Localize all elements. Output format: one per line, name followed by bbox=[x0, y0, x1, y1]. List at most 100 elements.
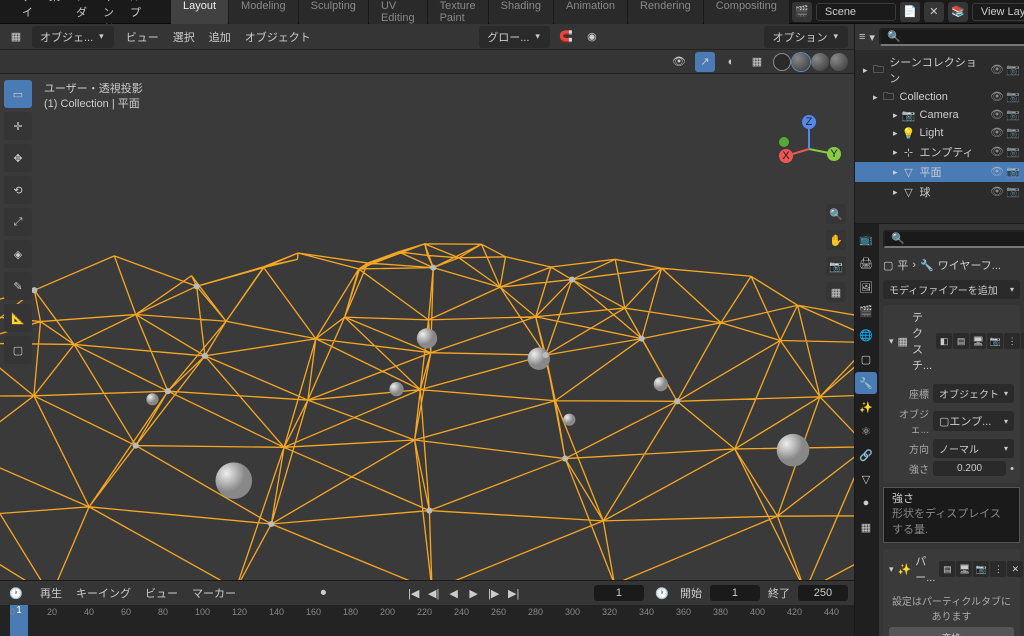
start-frame-field[interactable]: 1 bbox=[710, 585, 760, 601]
modifier-particle-header[interactable]: ✨ パー... ▤ 🖥 📷 ⋮ ✕ bbox=[883, 549, 1020, 589]
vpheader-追加[interactable]: 追加 bbox=[203, 26, 237, 48]
zoom-icon[interactable]: 🔍 bbox=[826, 204, 846, 224]
frame-range-icon[interactable]: 🕐 bbox=[652, 583, 672, 603]
keyframe-next-icon[interactable]: |▶ bbox=[485, 585, 503, 601]
breadcrumb-obj[interactable]: 平 bbox=[897, 257, 908, 273]
outliner-search[interactable] bbox=[879, 28, 1024, 46]
camera-view-icon[interactable]: 📷 bbox=[826, 256, 846, 276]
coord-dropdown[interactable]: オブジェクト bbox=[933, 384, 1014, 403]
pmod-delete-icon[interactable]: ✕ bbox=[1007, 561, 1023, 577]
proptab-physics[interactable]: ⚛ bbox=[855, 420, 877, 442]
editor-type-icon[interactable]: ▦ bbox=[6, 27, 26, 47]
outliner-editor-icon[interactable]: ≡ bbox=[859, 27, 865, 47]
timeline-track[interactable]: 1 02040608010012014016018020022024026028… bbox=[0, 605, 854, 636]
vpheader-選択[interactable]: 選択 bbox=[167, 26, 201, 48]
proptab-modifier[interactable]: 🔧 bbox=[855, 372, 877, 394]
pmod-render-icon[interactable]: 📷 bbox=[973, 561, 989, 577]
visibility-icon[interactable]: 👁 bbox=[669, 52, 689, 72]
tlheader-キーイング[interactable]: キーイング bbox=[70, 582, 137, 604]
options-dropdown[interactable]: オプション bbox=[764, 26, 848, 48]
shading-wireframe[interactable] bbox=[773, 53, 791, 71]
rotate-tool[interactable]: ⟲ bbox=[4, 176, 32, 204]
cursor-tool[interactable]: ✛ bbox=[4, 112, 32, 140]
proptab-render[interactable]: 📺 bbox=[855, 228, 877, 250]
end-frame-field[interactable]: 250 bbox=[798, 585, 848, 601]
mod-show-render-icon[interactable]: 📷 bbox=[987, 333, 1003, 349]
proptab-particles[interactable]: ✨ bbox=[855, 396, 877, 418]
addcube-tool[interactable]: ▢ bbox=[4, 336, 32, 364]
mod-extra-icon[interactable]: ⋮ bbox=[1004, 333, 1020, 349]
outliner-item-平面[interactable]: ▸▽平面👁📷 bbox=[855, 162, 1024, 182]
3d-viewport[interactable]: ユーザー・透視投影 (1) Collection | 平面 ▭ ✛ ✥ ⟲ ⤢ … bbox=[0, 74, 854, 580]
proptab-constraints[interactable]: 🔗 bbox=[855, 444, 877, 466]
perspective-icon[interactable]: ▦ bbox=[826, 282, 846, 302]
outliner-item-エンプティ[interactable]: ▸⊹エンプティ👁📷 bbox=[855, 142, 1024, 162]
mode-dropdown[interactable]: オブジェ... bbox=[32, 26, 114, 48]
timeline-editor-icon[interactable]: 🕐 bbox=[6, 583, 26, 603]
outliner-item-球[interactable]: ▸▽球👁📷 bbox=[855, 182, 1024, 202]
shading-matpreview[interactable] bbox=[811, 53, 829, 71]
mod-show-viewport-icon[interactable]: 🖥 bbox=[970, 333, 986, 349]
keyframe-prev-icon[interactable]: ◀| bbox=[425, 585, 443, 601]
props-search[interactable] bbox=[883, 230, 1024, 248]
jump-end-icon[interactable]: ▶| bbox=[505, 585, 523, 601]
direction-dropdown[interactable]: ノーマル bbox=[933, 439, 1014, 458]
shading-rendered[interactable] bbox=[830, 53, 848, 71]
proptab-material[interactable]: ● bbox=[855, 492, 877, 514]
proptab-object[interactable]: ▢ bbox=[855, 348, 877, 370]
navigation-gizmo[interactable]: Y X Z bbox=[774, 114, 844, 184]
vpheader-ビュー[interactable]: ビュー bbox=[120, 26, 165, 48]
shading-solid[interactable] bbox=[792, 53, 810, 71]
proptab-texture[interactable]: ▦ bbox=[855, 516, 877, 538]
proportional-icon[interactable]: ◉ bbox=[582, 27, 602, 47]
move-tool[interactable]: ✥ bbox=[4, 144, 32, 172]
proptab-output[interactable]: 🖨 bbox=[855, 252, 877, 274]
outliner-item-Collection[interactable]: ▸🗀Collection👁📷 bbox=[855, 88, 1024, 106]
gizmo-toggle-icon[interactable]: ↗ bbox=[695, 52, 715, 72]
pan-icon[interactable]: ✋ bbox=[826, 230, 846, 250]
scene-new-icon[interactable]: 📄 bbox=[900, 2, 920, 22]
outliner-item-シーンコレクション[interactable]: ▸🗀シーンコレクション👁📷 bbox=[855, 52, 1024, 88]
vpheader-オブジェクト[interactable]: オブジェクト bbox=[239, 26, 317, 48]
viewlayer-icon[interactable]: 📚 bbox=[948, 2, 968, 22]
tlheader-ビュー[interactable]: ビュー bbox=[139, 582, 184, 604]
tlheader-マーカー[interactable]: マーカー bbox=[186, 582, 242, 604]
play-icon[interactable]: ▶ bbox=[465, 585, 483, 601]
measure-tool[interactable]: 📐 bbox=[4, 304, 32, 332]
autokey-icon[interactable]: ⏺ bbox=[313, 583, 333, 603]
annotate-tool[interactable]: ✎ bbox=[4, 272, 32, 300]
outliner-item-Light[interactable]: ▸💡Light👁📷 bbox=[855, 124, 1024, 142]
add-modifier-dropdown[interactable]: モディファイアーを追加 bbox=[883, 280, 1020, 299]
mod-show-onCage-icon[interactable]: ◧ bbox=[936, 333, 952, 349]
animate-dot-icon[interactable]: • bbox=[1010, 463, 1014, 475]
orientation-dropdown[interactable]: グロー... bbox=[479, 26, 550, 48]
mod-show-editmode-icon[interactable]: ▤ bbox=[953, 333, 969, 349]
tlheader-再生[interactable]: 再生 bbox=[34, 582, 68, 604]
proptab-viewlayer[interactable]: 🖼 bbox=[855, 276, 877, 298]
proptab-world[interactable]: 🌐 bbox=[855, 324, 877, 346]
displace-object-dropdown[interactable]: ▢ エンプ... bbox=[933, 411, 1014, 431]
transform-tool[interactable]: ◈ bbox=[4, 240, 32, 268]
strength-field[interactable]: 0.200 bbox=[933, 461, 1006, 476]
pmod-extra-icon[interactable]: ⋮ bbox=[990, 561, 1006, 577]
breadcrumb-mod[interactable]: ワイヤーフ... bbox=[938, 257, 1001, 273]
current-frame-field[interactable]: 1 bbox=[594, 585, 644, 601]
scene-name-field[interactable]: Scene bbox=[816, 3, 896, 21]
pmod-viewport-icon[interactable]: 🖥 bbox=[956, 561, 972, 577]
scale-tool[interactable]: ⤢ bbox=[4, 208, 32, 236]
outliner-item-Camera[interactable]: ▸📷Camera👁📷 bbox=[855, 106, 1024, 124]
display-mode-icon[interactable]: ▾ bbox=[869, 27, 875, 47]
play-reverse-icon[interactable]: ◀ bbox=[445, 585, 463, 601]
proptab-data[interactable]: ▽ bbox=[855, 468, 877, 490]
scene-browse-icon[interactable]: 🎬 bbox=[792, 2, 812, 22]
pmod-editmode-icon[interactable]: ▤ bbox=[939, 561, 955, 577]
proptab-scene[interactable]: 🎬 bbox=[855, 300, 877, 322]
xray-icon[interactable]: ▦ bbox=[747, 52, 767, 72]
viewlayer-field[interactable]: View Layer bbox=[972, 3, 1024, 21]
snap-icon[interactable]: 🧲 bbox=[556, 27, 576, 47]
convert-button[interactable]: 変換 bbox=[889, 627, 1014, 636]
scene-delete-icon[interactable]: ✕ bbox=[924, 2, 944, 22]
overlays-icon[interactable]: ◐ bbox=[721, 52, 741, 72]
jump-start-icon[interactable]: |◀ bbox=[405, 585, 423, 601]
modifier-displace-header[interactable]: ▦ テクスチ... ◧ ▤ 🖥 📷 ⋮ ✕ bbox=[883, 305, 1020, 377]
